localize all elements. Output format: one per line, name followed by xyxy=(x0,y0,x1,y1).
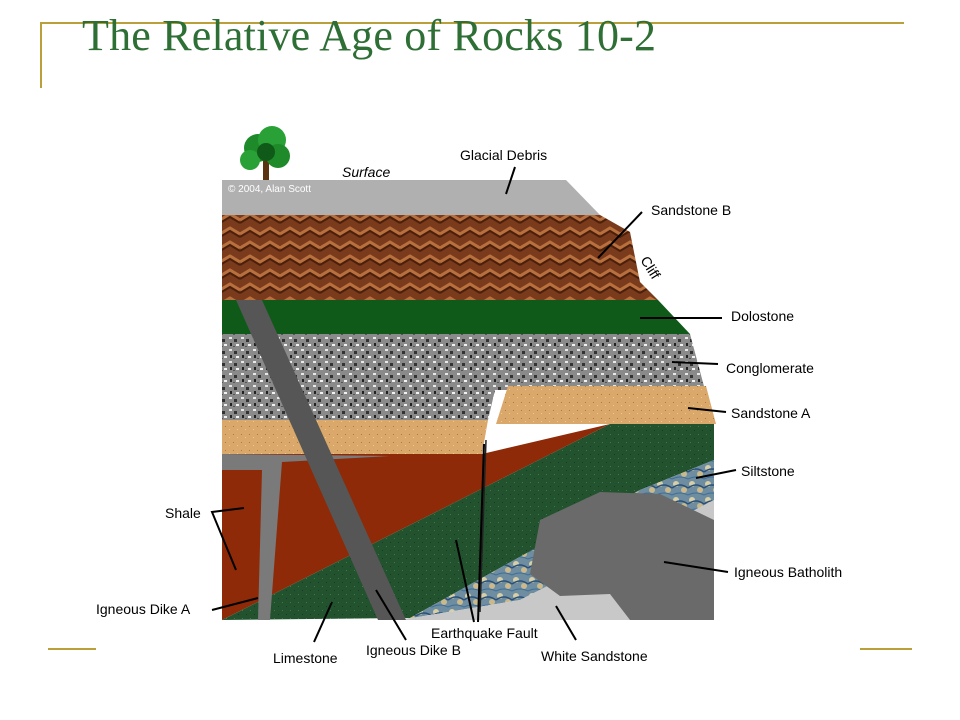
sandstone-a-layer-left xyxy=(222,420,488,454)
label-surface: Surface xyxy=(342,164,390,180)
sandstone-b-layer xyxy=(222,215,658,300)
sandstone-a-layer-right xyxy=(496,386,716,424)
conglomerate-lower-left xyxy=(222,390,495,420)
label-igneous-batholith: Igneous Batholith xyxy=(734,564,842,580)
label-igneous-dike-b: Igneous Dike B xyxy=(366,642,461,658)
label-siltstone: Siltstone xyxy=(741,463,795,479)
label-igneous-dike-a: Igneous Dike A xyxy=(96,601,191,617)
label-earthquake-fault: Earthquake Fault xyxy=(431,625,538,641)
label-dolostone: Dolostone xyxy=(731,308,794,324)
label-conglomerate: Conglomerate xyxy=(726,360,814,376)
label-glacial-debris: Glacial Debris xyxy=(460,147,547,163)
label-shale: Shale xyxy=(165,505,201,521)
tree-icon xyxy=(240,126,290,182)
label-limestone: Limestone xyxy=(273,650,338,666)
copyright-notice: © 2004, Alan Scott xyxy=(228,184,311,195)
label-sandstone-b: Sandstone B xyxy=(651,202,731,218)
label-sandstone-a: Sandstone A xyxy=(731,405,811,421)
rock-layers-diagram: © 2004, Alan Scott Surface Glacial Debri… xyxy=(96,126,842,666)
label-white-sandstone: White Sandstone xyxy=(541,648,648,664)
dolostone-layer xyxy=(222,300,690,334)
label-cliff: Cliff xyxy=(637,253,663,282)
